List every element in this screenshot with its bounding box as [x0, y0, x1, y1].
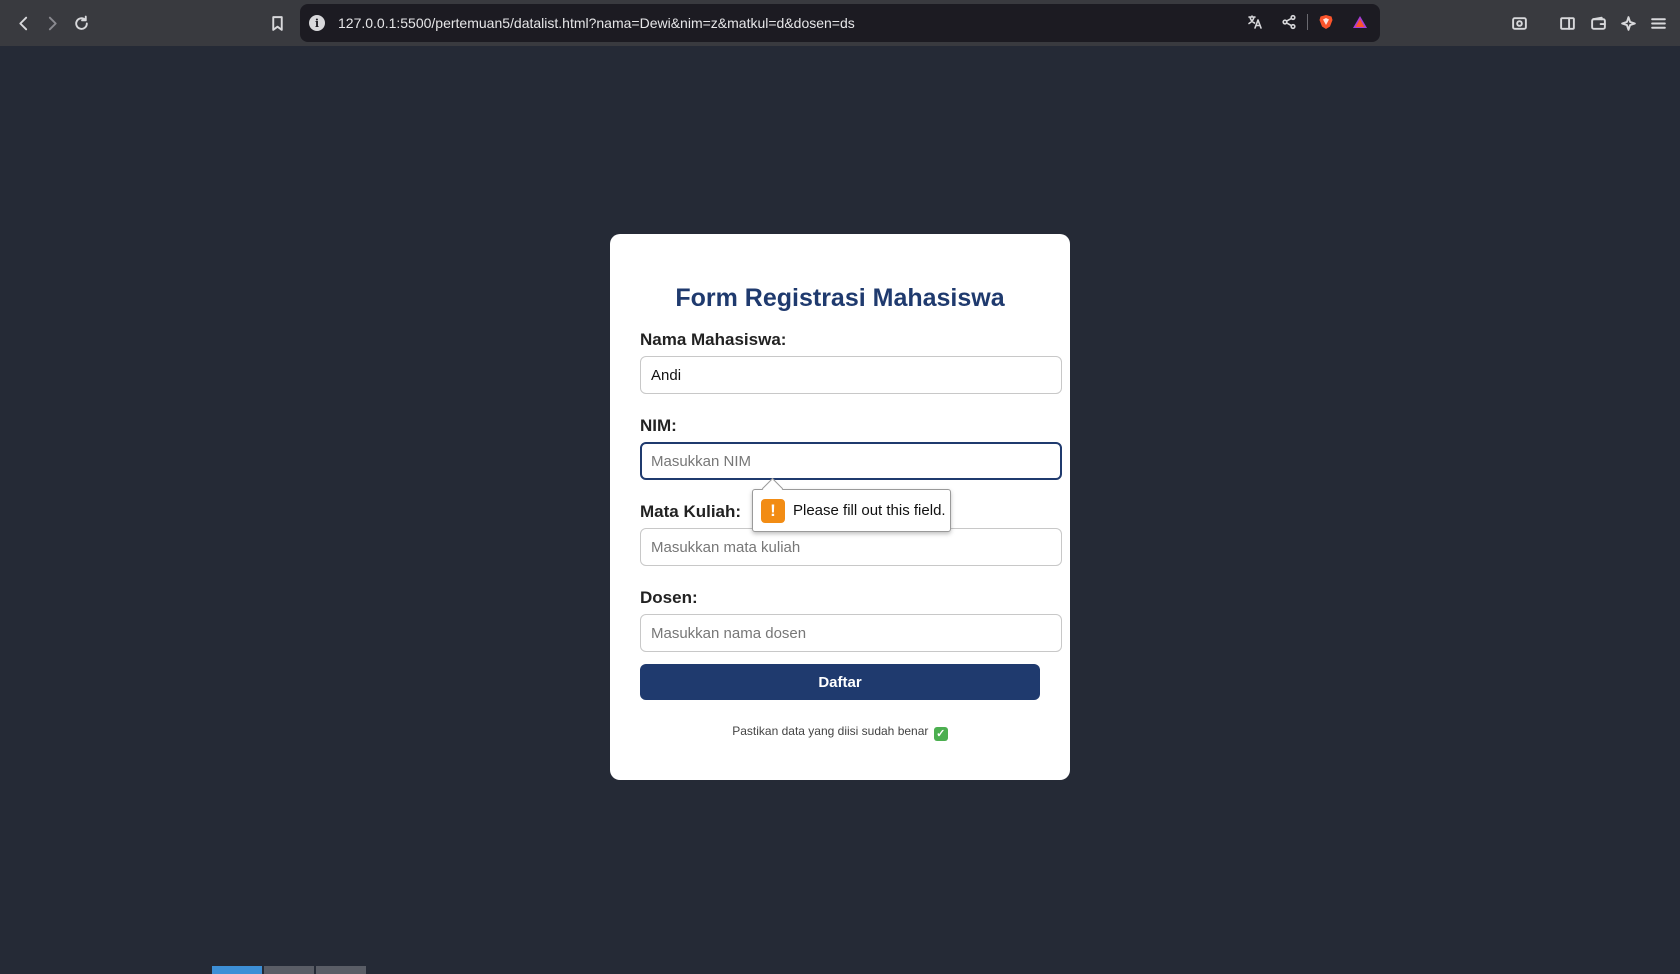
form-note: Pastikan data yang diisi sudah benar ✓: [610, 724, 1070, 741]
warning-icon: !: [761, 499, 785, 523]
share-icon[interactable]: [1279, 12, 1299, 32]
reload-icon[interactable]: [66, 8, 96, 38]
bookmark-icon[interactable]: [262, 8, 292, 38]
nama-input[interactable]: [640, 356, 1062, 394]
wallet-icon[interactable]: [1583, 8, 1613, 38]
site-info-icon[interactable]: i: [309, 15, 325, 31]
translate-icon[interactable]: [1245, 12, 1265, 32]
brave-rewards-icon[interactable]: [1350, 12, 1370, 32]
screenshot-icon[interactable]: [1504, 8, 1534, 38]
browser-toolbar: i 127.0.0.1:5500/pertemuan5/datalist.htm…: [0, 0, 1680, 46]
matkul-input[interactable]: [640, 528, 1062, 566]
brave-shield-icon[interactable]: [1316, 12, 1336, 32]
menu-icon[interactable]: [1643, 8, 1673, 38]
sidebar-icon[interactable]: [1552, 8, 1582, 38]
taskbar-item[interactable]: [212, 966, 262, 974]
taskbar-item[interactable]: [264, 966, 314, 974]
validation-tooltip: ! Please fill out this field.: [752, 489, 951, 532]
dosen-label: Dosen:: [640, 588, 698, 607]
note-text: Pastikan data yang diisi sudah benar: [732, 724, 929, 738]
check-mark-icon: ✓: [933, 727, 948, 741]
nim-label: NIM:: [640, 416, 677, 435]
taskbar-item[interactable]: [316, 966, 366, 974]
nama-label: Nama Mahasiswa:: [640, 330, 787, 349]
page-title: Form Registrasi Mahasiswa: [675, 284, 1005, 312]
dosen-input[interactable]: [640, 614, 1062, 652]
validation-message: Please fill out this field.: [793, 502, 946, 519]
matkul-label: Mata Kuliah:: [640, 502, 742, 521]
forward-icon[interactable]: [37, 8, 67, 38]
leo-ai-icon[interactable]: [1613, 8, 1643, 38]
separator: [1307, 14, 1308, 30]
address-bar[interactable]: i 127.0.0.1:5500/pertemuan5/datalist.htm…: [300, 4, 1380, 42]
address-bar-actions: [1245, 12, 1370, 32]
back-icon[interactable]: [8, 8, 38, 38]
url-text[interactable]: 127.0.0.1:5500/pertemuan5/datalist.html?…: [338, 15, 855, 31]
nim-input[interactable]: [640, 442, 1062, 480]
submit-button[interactable]: Daftar: [640, 664, 1040, 700]
